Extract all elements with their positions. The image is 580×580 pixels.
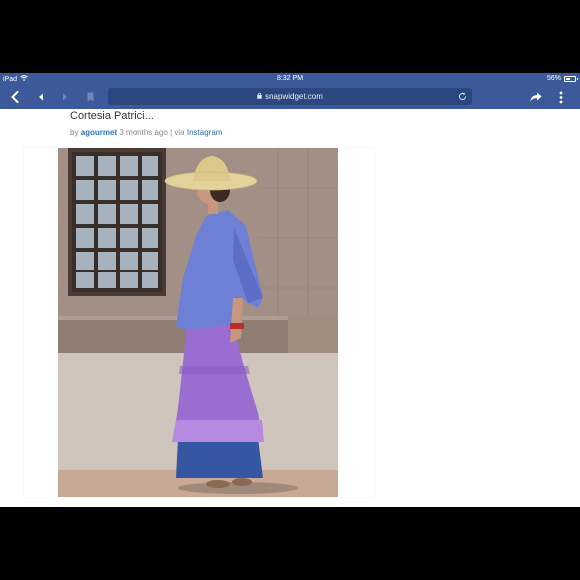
post-age: 3 months ago xyxy=(119,128,168,137)
battery-icon xyxy=(564,75,578,82)
share-icon[interactable] xyxy=(529,89,543,105)
web-page: Cortesia Patrici... by agourmet 3 months… xyxy=(0,109,580,507)
bookmark-icon[interactable] xyxy=(84,89,96,105)
address-text: snapwidget.com xyxy=(265,92,323,101)
browser-toolbar: snapwidget.com xyxy=(0,85,580,109)
post-photo[interactable] xyxy=(58,148,338,497)
lock-icon xyxy=(257,92,262,101)
status-right: 56% xyxy=(546,75,578,82)
byline-prefix: by xyxy=(70,128,79,137)
byline-separator: | via xyxy=(170,128,185,137)
address-bar[interactable]: snapwidget.com xyxy=(108,88,472,105)
status-bar: iPad 8:32 PM 56% xyxy=(0,73,580,85)
author-link[interactable]: agourmet xyxy=(81,128,117,137)
reload-icon[interactable] xyxy=(456,90,468,102)
byline: by agourmet 3 months ago | via Instagram xyxy=(70,128,222,137)
post-title: Cortesia Patrici... xyxy=(70,110,154,122)
page-back-icon[interactable] xyxy=(35,89,47,105)
more-menu-icon[interactable] xyxy=(556,89,566,105)
browser-screen: iPad 8:32 PM 56% snapwidget.com Cortesia… xyxy=(0,73,580,507)
source-link[interactable]: Instagram xyxy=(187,128,223,137)
back-icon[interactable] xyxy=(8,89,22,105)
battery-percent: 56% xyxy=(546,75,561,82)
page-forward-icon[interactable] xyxy=(59,89,71,105)
photo-card xyxy=(24,148,374,497)
status-time: 8:32 PM xyxy=(276,75,304,82)
battery-fill xyxy=(566,77,571,80)
